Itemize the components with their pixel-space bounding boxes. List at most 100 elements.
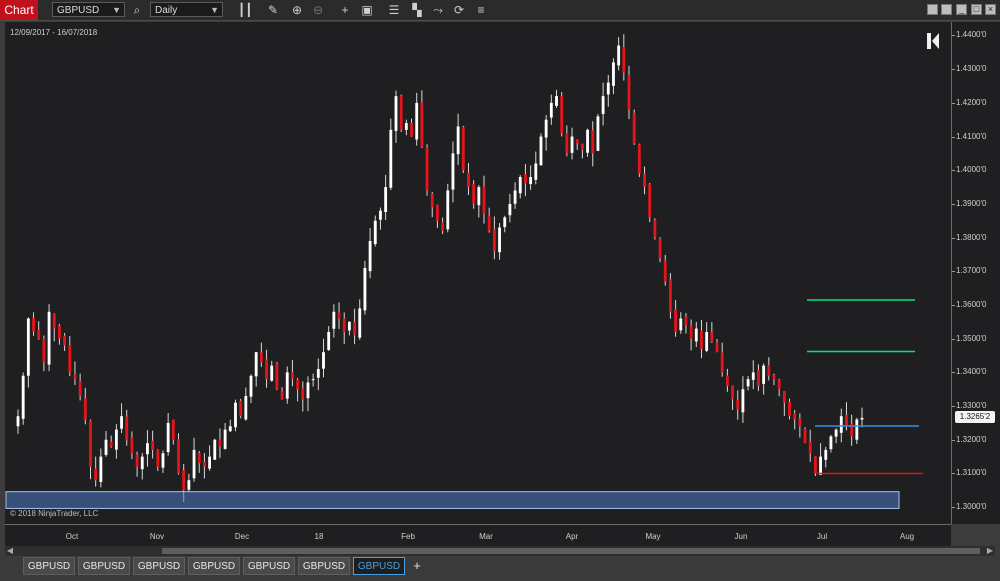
candle-body	[477, 187, 481, 206]
candle-body	[430, 193, 434, 208]
add-tab-icon[interactable]: +	[408, 557, 426, 575]
candle-body	[332, 311, 336, 329]
candle-body	[177, 439, 180, 474]
tab-gbpusd[interactable]: GBPUSD	[23, 557, 75, 575]
price-tick-label: 1.3400'0	[956, 367, 987, 377]
tab-gbpusd[interactable]: GBPUSD	[243, 557, 295, 575]
time-axis[interactable]: Oct Nov Dec 18 Feb Mar Apr May Jun Jul Aug	[5, 524, 951, 546]
price-tick-label: 1.3200'0	[956, 434, 987, 444]
candle-body	[829, 436, 833, 450]
bars-type-icon[interactable]: ┃┃	[238, 3, 252, 17]
candle-body	[482, 186, 486, 215]
instrument-value: GBPUSD	[57, 5, 100, 16]
candle-body	[363, 267, 367, 311]
candle-body	[503, 217, 507, 228]
close-icon[interactable]: ×	[985, 4, 996, 15]
strategies-icon[interactable]: ⤳	[431, 3, 445, 17]
candle-body	[617, 45, 621, 66]
price-tick-label: 1.3800'0	[956, 232, 987, 242]
crosshair-icon[interactable]: +	[338, 3, 352, 17]
candle-body	[399, 95, 403, 130]
candle-body	[151, 440, 155, 450]
zoom-out-icon[interactable]: ⊖	[311, 3, 325, 17]
candle-body	[73, 374, 77, 380]
candle-body	[622, 46, 626, 73]
candle-body	[689, 325, 693, 339]
candle-body	[845, 414, 848, 427]
candle-body	[368, 240, 372, 272]
tab-gbpusd[interactable]: GBPUSD	[298, 557, 350, 575]
support-zone	[5, 491, 900, 509]
candle-body	[166, 422, 170, 452]
price-tick-label: 1.4200'0	[956, 97, 987, 107]
candle-body	[451, 153, 455, 190]
candle-body	[146, 443, 149, 455]
candle-body	[777, 379, 781, 390]
interval-selector[interactable]: Daily ▼	[150, 2, 223, 17]
candle-body	[425, 147, 429, 191]
candle-body	[218, 439, 222, 447]
candle-body	[684, 316, 688, 326]
candle-body	[311, 379, 315, 381]
search-icon[interactable]: ⌕	[130, 3, 144, 17]
candle-body	[197, 453, 201, 464]
time-tick-label: 18	[314, 532, 324, 541]
candle-body	[860, 417, 864, 420]
candle-body	[715, 342, 719, 353]
tab-gbpusd[interactable]: GBPUSD	[133, 557, 185, 575]
maximize-icon[interactable]: □	[971, 4, 982, 15]
candle-body	[782, 390, 786, 403]
candle-body	[772, 374, 776, 380]
reload-icon[interactable]: ⟳	[452, 3, 466, 17]
minimize-icon[interactable]: _	[956, 4, 967, 15]
candlestick-chart	[5, 34, 923, 509]
candle-body	[109, 441, 113, 447]
candle-body	[663, 260, 667, 282]
candle-body	[120, 416, 123, 429]
draw-pencil-icon[interactable]: ✎	[266, 3, 280, 17]
candle-body	[674, 309, 678, 332]
candle-body	[575, 139, 579, 144]
candle-body	[32, 317, 35, 332]
properties-icon[interactable]: ≡	[474, 3, 488, 17]
tab-gbpusd-active[interactable]: GBPUSD	[353, 557, 405, 575]
candle-body	[358, 308, 362, 338]
instrument-selector[interactable]: GBPUSD ▼	[52, 2, 125, 17]
chart-plot-area[interactable]	[5, 22, 951, 524]
candle-body	[161, 453, 165, 468]
tile-icon[interactable]: ▚	[410, 3, 424, 17]
ninjatrader-logo-icon	[927, 33, 939, 49]
candle-body	[202, 462, 206, 467]
candle-body	[285, 372, 289, 399]
chart-window-label: Chart	[0, 0, 38, 20]
candle-body	[171, 419, 175, 440]
candle-body	[26, 318, 30, 376]
price-tick-mark	[952, 439, 955, 441]
data-box-icon[interactable]: ▣	[360, 3, 374, 17]
candle-body	[705, 331, 709, 351]
candle-body	[596, 116, 600, 151]
price-tick-label: 1.4300'0	[956, 64, 987, 74]
tab-gbpusd[interactable]: GBPUSD	[78, 557, 130, 575]
ladder-icon[interactable]: ☰	[387, 3, 401, 17]
candle-body	[322, 352, 325, 369]
zoom-in-icon[interactable]: ⊕	[290, 3, 304, 17]
tile-window-icon[interactable]	[927, 4, 938, 15]
scrollbar-thumb[interactable]	[162, 548, 980, 554]
price-tick-mark	[952, 338, 955, 340]
tab-gbpusd[interactable]: GBPUSD	[188, 557, 240, 575]
scroll-right-icon[interactable]: ▶	[985, 546, 995, 556]
scroll-left-icon[interactable]: ◀	[5, 546, 15, 556]
candle-body	[83, 398, 87, 420]
candle-body	[228, 426, 232, 432]
chart-scrollbar[interactable]: ◀ ▶	[5, 546, 995, 556]
price-tick-mark	[952, 69, 955, 71]
candle-body	[239, 400, 243, 417]
stack-window-icon[interactable]	[941, 4, 952, 15]
candle-body	[42, 338, 46, 363]
candle-body	[394, 96, 398, 131]
candle-body	[182, 470, 186, 491]
price-axis[interactable]: 1.4400'0 1.4300'0 1.4200'0 1.4100'0 1.4000'0…	[951, 22, 1000, 524]
candle-body	[420, 102, 424, 147]
price-tick-mark	[952, 507, 955, 509]
